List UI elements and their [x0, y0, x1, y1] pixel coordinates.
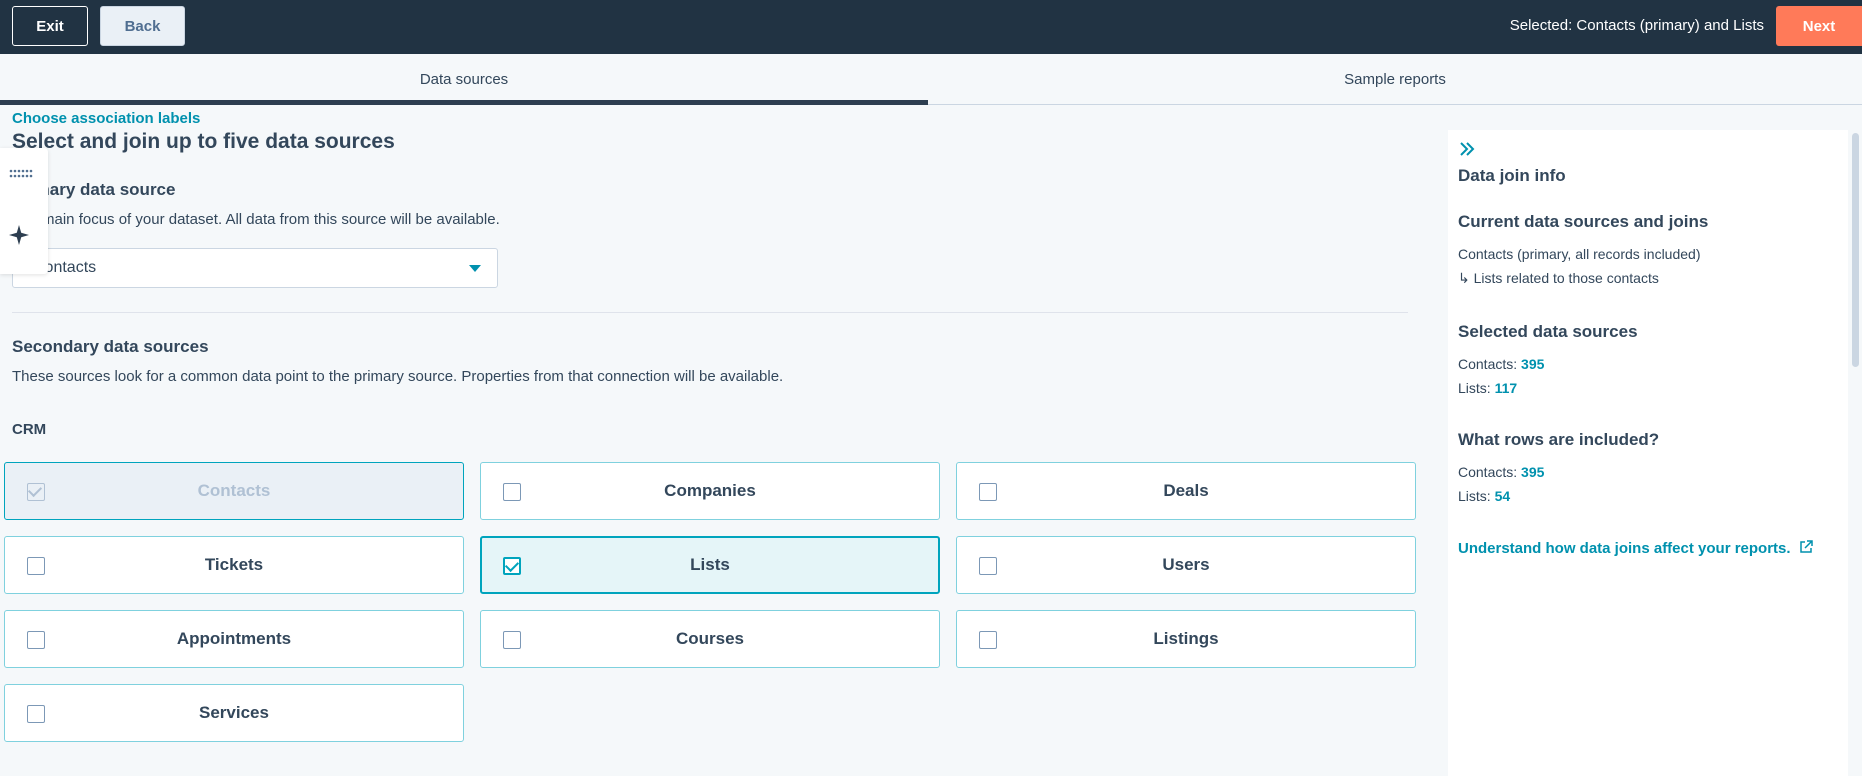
- source-card-users[interactable]: Users: [956, 536, 1416, 594]
- source-card-label: Users: [1162, 555, 1210, 574]
- source-card-appointments[interactable]: Appointments: [4, 610, 464, 668]
- tab-data-sources[interactable]: Data sources: [0, 54, 928, 105]
- current-joins-primary: Contacts (primary, all records included): [1458, 246, 1701, 262]
- selected-contacts-count: Contacts: 395: [1458, 356, 1544, 372]
- count-value: 395: [1521, 464, 1545, 480]
- primary-source-description: The main focus of your dataset. All data…: [12, 211, 500, 228]
- source-card-label: Deals: [1163, 481, 1209, 500]
- source-card-label: Appointments: [176, 629, 292, 648]
- rows-contacts-count: Contacts: 395: [1458, 464, 1544, 480]
- source-card-listings[interactable]: Listings: [956, 610, 1416, 668]
- tab-sample-reports[interactable]: Sample reports: [928, 54, 1862, 105]
- back-button[interactable]: Back: [100, 6, 185, 46]
- source-card-label: Contacts: [197, 481, 271, 500]
- section-divider: [12, 312, 1408, 313]
- next-button[interactable]: Next: [1776, 6, 1862, 46]
- external-link-icon: [1799, 540, 1813, 558]
- count-value: 395: [1521, 356, 1545, 372]
- active-tab-indicator: [0, 100, 928, 105]
- source-card-deals[interactable]: Deals: [956, 462, 1416, 520]
- grip-dots-icon[interactable]: [9, 166, 33, 182]
- selected-summary: Selected: Contacts (primary) and Lists: [1509, 17, 1764, 34]
- secondary-source-description: These sources look for a common data poi…: [12, 368, 784, 385]
- source-card-label: Tickets: [204, 555, 264, 574]
- current-joins-secondary: ↳ Lists related to those contacts: [1458, 270, 1659, 286]
- page-title: Select and join up to five data sources: [12, 130, 395, 153]
- secondary-source-title: Secondary data sources: [12, 337, 209, 356]
- source-card-companies[interactable]: Companies: [480, 462, 940, 520]
- count-label: Lists:: [1458, 488, 1491, 504]
- selected-sources-title: Selected data sources: [1458, 322, 1638, 341]
- main-content: Choose association labels Select and joi…: [0, 106, 1448, 776]
- count-value: 117: [1494, 380, 1518, 396]
- source-card-tickets[interactable]: Tickets: [4, 536, 464, 594]
- rows-lists-count: Lists: 54: [1458, 488, 1510, 504]
- count-label: Contacts:: [1458, 356, 1518, 372]
- floating-toolbar: [0, 148, 48, 274]
- source-card-label: Courses: [675, 629, 745, 648]
- count-label: Lists:: [1458, 380, 1491, 396]
- count-value: 54: [1494, 488, 1511, 504]
- selected-lists-count: Lists: 117: [1458, 380, 1517, 396]
- data-join-info-panel: Data join info Current data sources and …: [1448, 130, 1848, 776]
- exit-button[interactable]: Exit: [12, 6, 88, 46]
- source-card-label: Listings: [1153, 629, 1219, 648]
- data-joins-help-link[interactable]: Understand how data joins affect your re…: [1458, 540, 1813, 558]
- wizard-tabs: Data sources Sample reports: [0, 54, 1862, 105]
- caret-down-icon: [469, 265, 481, 272]
- choose-association-labels-link[interactable]: Choose association labels: [12, 110, 200, 127]
- source-card-contacts[interactable]: Contacts: [4, 462, 464, 520]
- count-label: Contacts:: [1458, 464, 1518, 480]
- crm-section-label: CRM: [12, 421, 47, 438]
- source-card-label: Lists: [690, 555, 730, 574]
- sparkle-icon[interactable]: [8, 224, 30, 246]
- source-card-courses[interactable]: Courses: [480, 610, 940, 668]
- current-joins-title: Current data sources and joins: [1458, 212, 1709, 231]
- panel-title: Data join info: [1458, 166, 1566, 185]
- top-bar: Exit Back Selected: Contacts (primary) a…: [0, 0, 1862, 54]
- double-chevron-right-icon[interactable]: [1458, 140, 1476, 158]
- rows-included-title: What rows are included?: [1458, 430, 1660, 449]
- source-card-lists[interactable]: Lists: [480, 536, 940, 594]
- primary-source-select[interactable]: Contacts: [12, 248, 498, 288]
- help-link-text: Understand how data joins affect your re…: [1458, 540, 1791, 557]
- source-card-services[interactable]: Services: [4, 684, 464, 742]
- panel-scrollbar-thumb[interactable]: [1852, 133, 1859, 367]
- source-card-label: Companies: [664, 481, 756, 500]
- source-card-label: Services: [199, 703, 269, 722]
